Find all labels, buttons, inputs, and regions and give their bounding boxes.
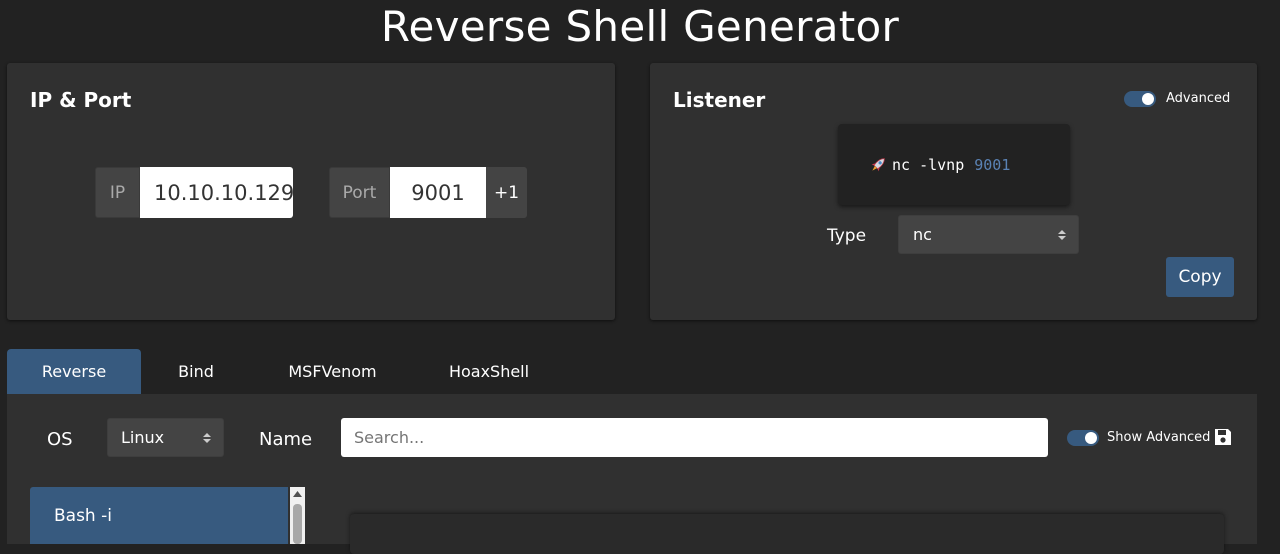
- listener-command-port: 9001: [974, 155, 1011, 174]
- copy-button[interactable]: Copy: [1166, 257, 1234, 297]
- save-icon[interactable]: [1213, 427, 1233, 447]
- ip-port-title: IP & Port: [30, 88, 132, 112]
- show-advanced-toggle[interactable]: [1067, 430, 1099, 446]
- shell-panel: OS Linux Name Show Advanced Bash -i: [7, 394, 1257, 554]
- scrollbar-thumb[interactable]: [293, 504, 302, 544]
- listener-card: Listener Advanced nc -lvnp 9001 Type nc: [650, 63, 1257, 320]
- list-scrollbar[interactable]: [290, 487, 305, 544]
- page-title: Reverse Shell Generator: [380, 2, 900, 51]
- type-label: Type: [827, 226, 867, 246]
- scroll-up-icon[interactable]: [290, 487, 305, 501]
- port-input[interactable]: 9001: [390, 167, 486, 218]
- tab-reverse[interactable]: Reverse: [7, 349, 141, 394]
- increment-port-button[interactable]: +1: [486, 167, 527, 218]
- show-advanced-label: Show Advanced: [1107, 430, 1211, 445]
- rocket-icon: [868, 155, 888, 175]
- advanced-toggle[interactable]: [1124, 91, 1156, 107]
- os-label: OS: [47, 429, 73, 450]
- tab-msfvenom[interactable]: MSFVenom: [251, 349, 414, 394]
- advanced-label: Advanced: [1166, 91, 1231, 106]
- ip-label: IP: [95, 167, 140, 218]
- ip-port-card: IP & Port IP 10.10.10.129 Port 9001 +1: [7, 63, 615, 320]
- listener-type-value: nc: [913, 225, 932, 244]
- ip-input-value: 10.10.10.129: [154, 180, 295, 205]
- listener-command-box: nc -lvnp 9001: [838, 124, 1070, 205]
- shell-list: Bash -i: [30, 487, 306, 544]
- os-select[interactable]: Linux: [107, 418, 224, 457]
- listener-command: nc -lvnp: [892, 155, 965, 174]
- tab-bind[interactable]: Bind: [141, 349, 251, 394]
- listener-title: Listener: [673, 88, 766, 112]
- os-select-value: Linux: [121, 428, 165, 447]
- advanced-toggle-knob: [1142, 93, 1154, 105]
- port-input-value: 9001: [411, 180, 465, 205]
- show-advanced-toggle-knob: [1085, 432, 1097, 444]
- name-label: Name: [259, 429, 313, 450]
- listener-type-select[interactable]: nc: [898, 215, 1079, 254]
- search-input[interactable]: [341, 418, 1048, 457]
- ip-input[interactable]: 10.10.10.129: [140, 167, 295, 218]
- list-item-label: Bash -i: [54, 505, 112, 526]
- select-arrows-icon: [1058, 229, 1066, 240]
- shell-output-box: [350, 514, 1224, 554]
- select-arrows-icon: [203, 432, 211, 443]
- list-item[interactable]: Bash -i: [30, 487, 288, 544]
- tab-hoaxshell[interactable]: HoaxShell: [414, 349, 564, 394]
- port-label: Port: [329, 167, 390, 218]
